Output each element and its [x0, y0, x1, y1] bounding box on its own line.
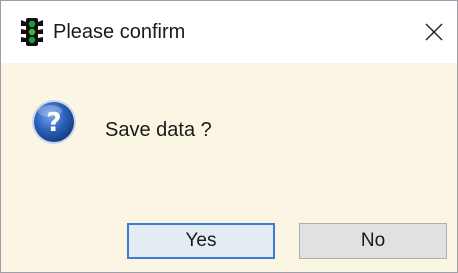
dialog-message: Save data ?: [105, 119, 212, 141]
traffic-light-icon: [21, 17, 43, 47]
no-button-label: No: [360, 230, 386, 251]
confirm-dialog: Please confirm ? Save data ? Yes No: [0, 0, 458, 273]
svg-text:?: ?: [46, 108, 61, 138]
close-icon: [425, 23, 443, 41]
close-button[interactable]: [411, 1, 457, 63]
dialog-body: ? Save data ? Yes No: [1, 63, 457, 272]
yes-button[interactable]: Yes: [127, 223, 275, 259]
window-title: Please confirm: [53, 21, 186, 43]
yes-button-label: Yes: [185, 230, 217, 251]
question-icon: ?: [31, 99, 77, 145]
title-bar[interactable]: Please confirm: [1, 1, 457, 63]
no-button[interactable]: No: [299, 223, 447, 259]
